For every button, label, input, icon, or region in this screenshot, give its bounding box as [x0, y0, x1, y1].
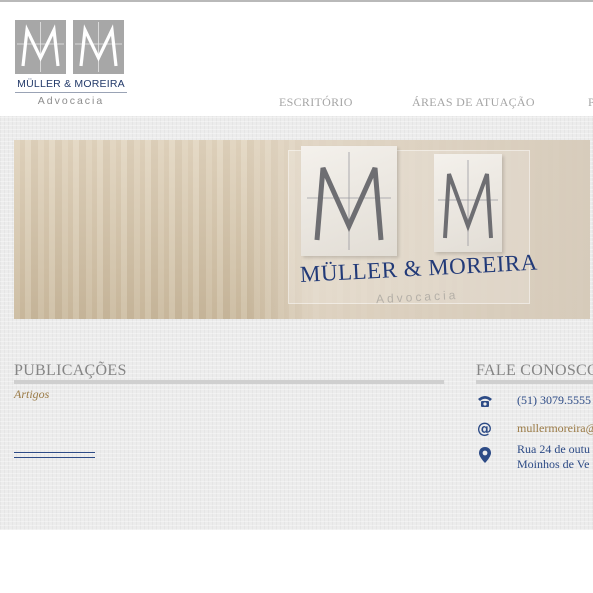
fale-conosco-divider	[476, 380, 593, 384]
logo-firm-name: MÜLLER & MOREIRA	[17, 78, 125, 90]
contact-address-line1: Rua 24 de outu	[517, 442, 590, 456]
logo-divider	[15, 92, 127, 93]
hero-m-sign	[434, 154, 502, 252]
publicacoes-heading: PUBLICAÇÕES	[14, 362, 127, 379]
nav-item-publicacoes[interactable]: P	[588, 95, 593, 110]
hero-m-sign	[301, 146, 397, 256]
main-nav: ESCRITÓRIO ÁREAS DE ATUAÇÃO P	[0, 95, 593, 109]
svg-text:@: @	[477, 420, 492, 438]
logo-m-tile	[15, 20, 66, 74]
publicacoes-double-rule	[14, 452, 95, 458]
phone-icon	[476, 392, 494, 410]
publicacoes-divider	[14, 380, 444, 384]
map-pin-icon	[476, 446, 494, 464]
top-border	[0, 0, 593, 2]
nav-item-areas-de-atuacao[interactable]: ÁREAS DE ATUAÇÃO	[412, 95, 535, 110]
fale-conosco-heading: FALE CONOSCO	[476, 362, 593, 379]
contact-phone[interactable]: (51) 3079.5555	[517, 393, 591, 408]
hero-banner: MÜLLER & MOREIRA Advocacia	[14, 140, 590, 319]
nav-item-escritorio[interactable]: ESCRITÓRIO	[279, 95, 353, 110]
logo-m-tile	[73, 20, 124, 74]
contact-email[interactable]: mullermoreira@	[517, 421, 593, 436]
artigos-link[interactable]: Artigos	[14, 387, 49, 402]
at-icon: @	[476, 419, 494, 438]
contact-address-line2: Moinhos de Ve	[517, 457, 590, 471]
